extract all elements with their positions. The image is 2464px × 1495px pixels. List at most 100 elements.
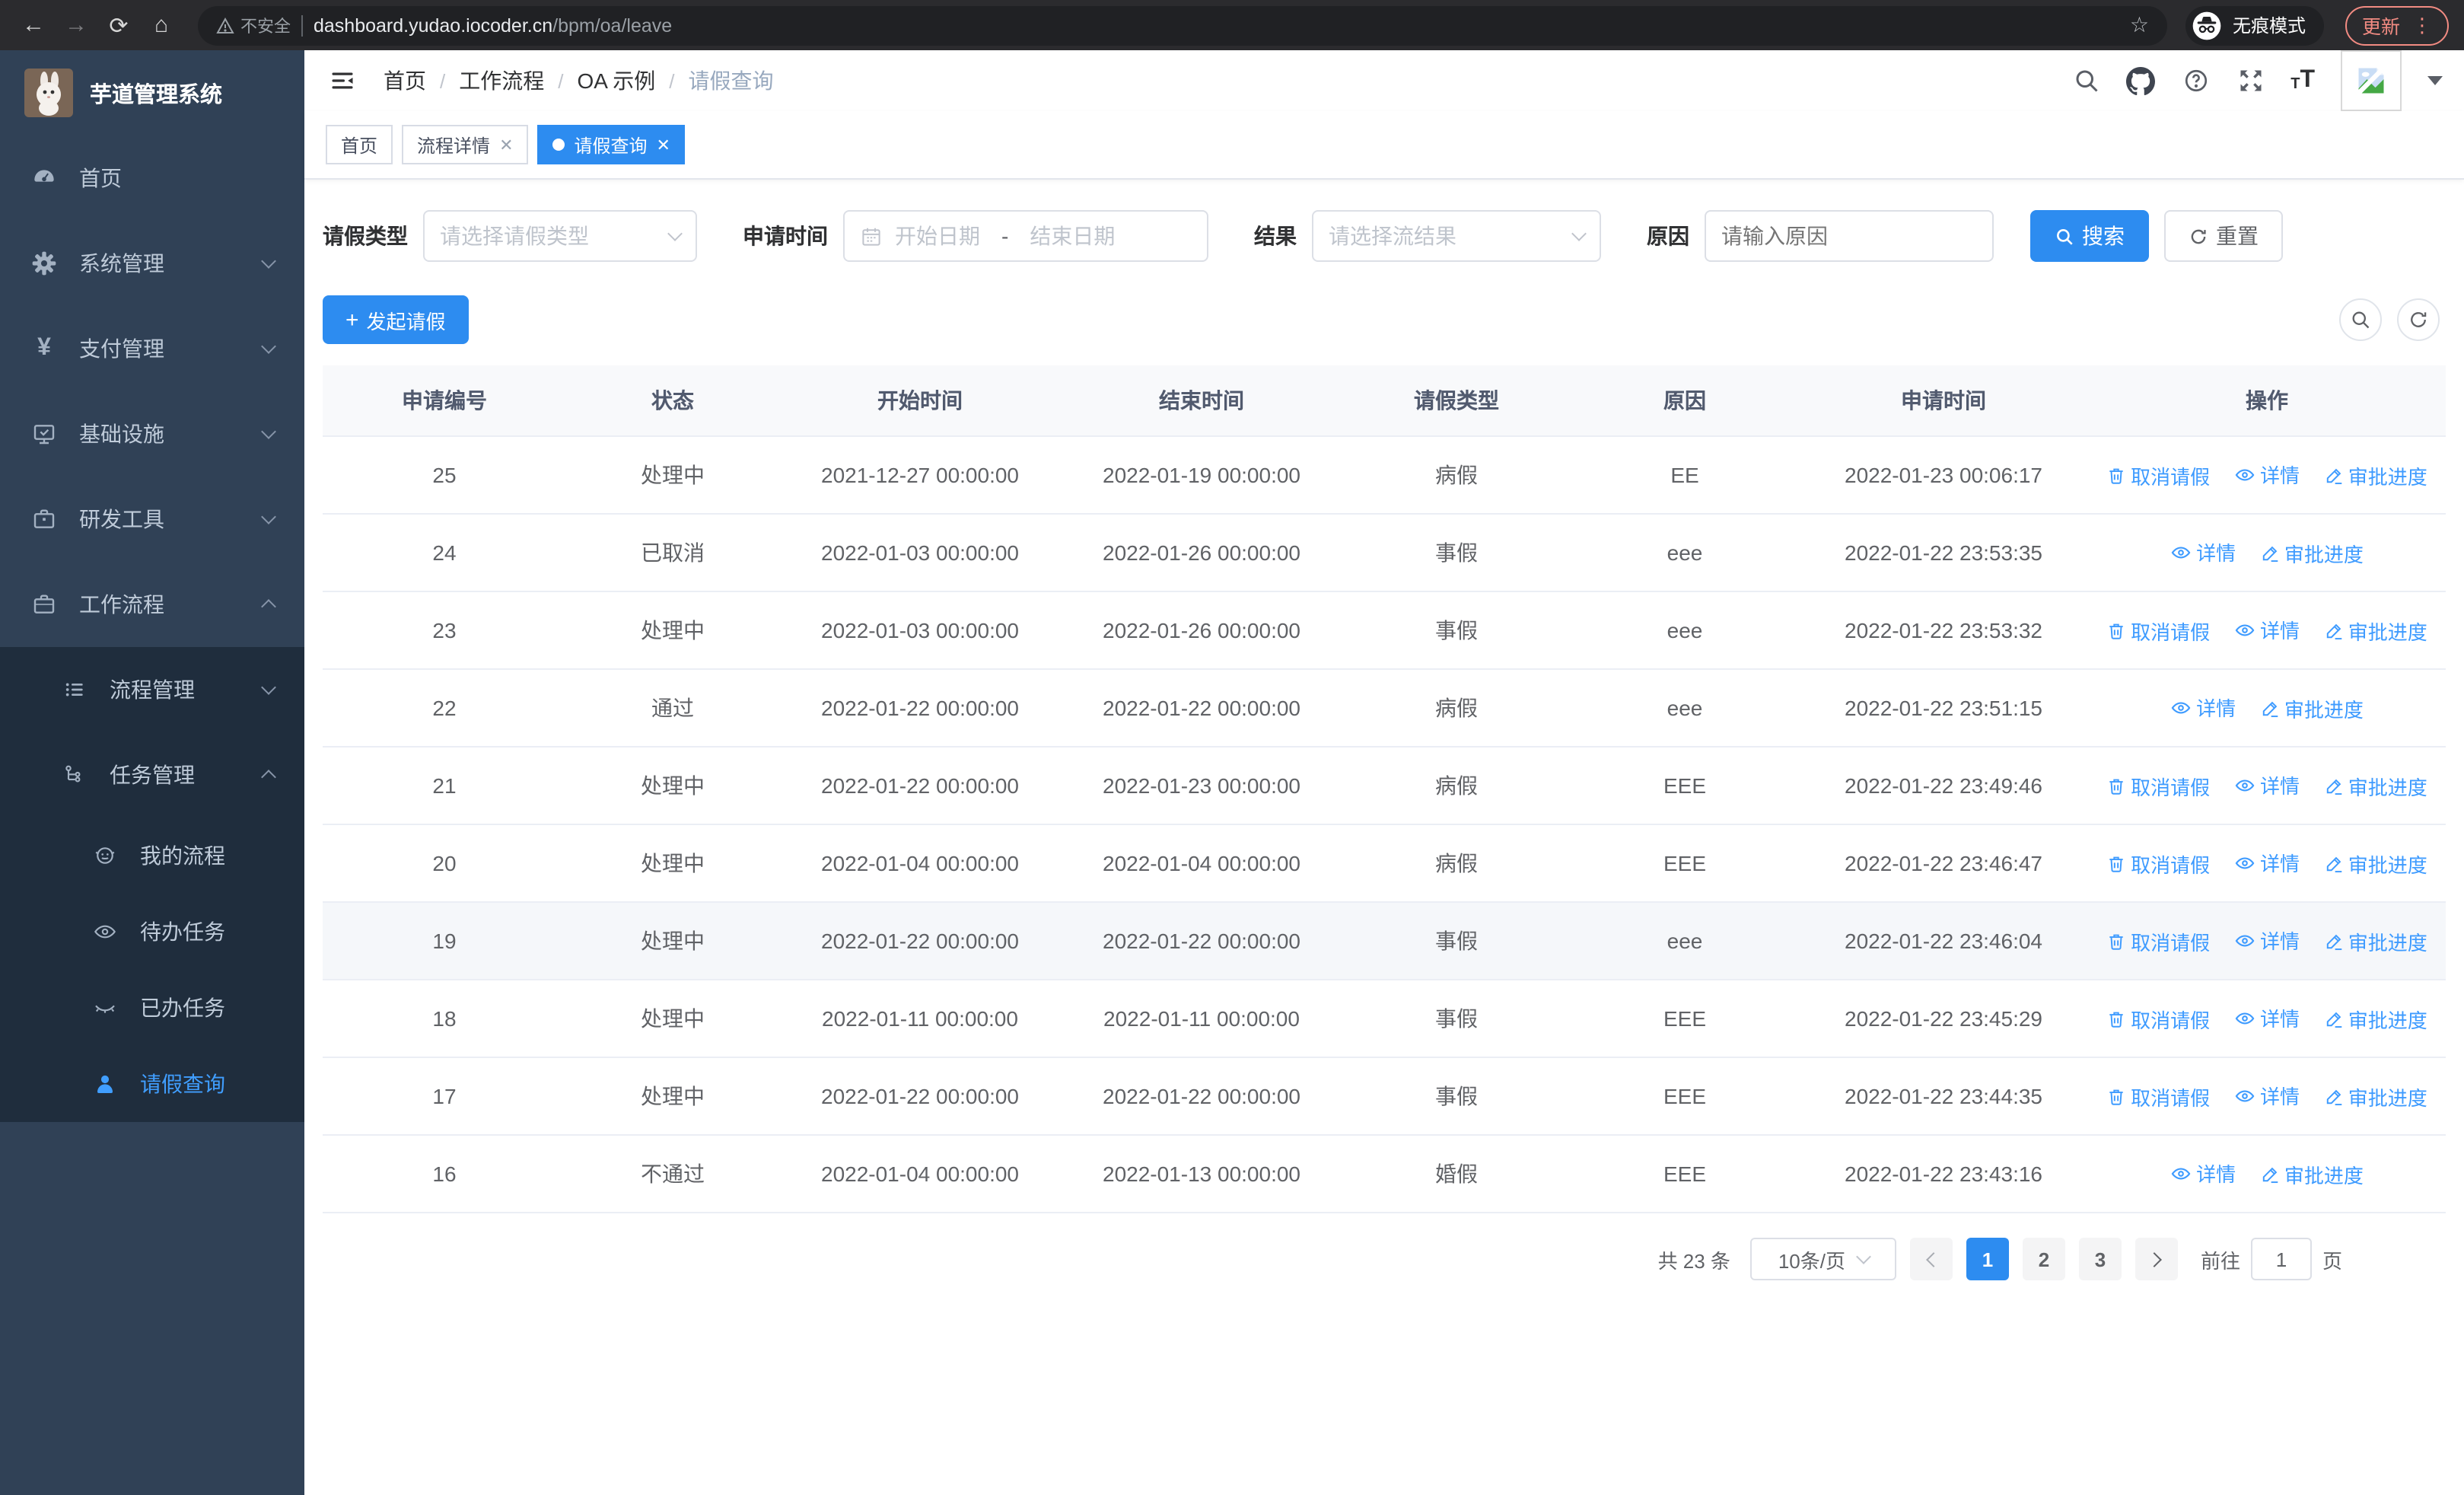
detail-link[interactable]: 详情	[2170, 1159, 2236, 1188]
refresh-table-icon[interactable]	[2397, 298, 2440, 341]
cell-leave-type: 病假	[1342, 824, 1571, 903]
fullscreen-icon[interactable]	[2236, 66, 2265, 95]
close-icon[interactable]: ✕	[499, 135, 513, 155]
security-warning[interactable]: 不安全	[216, 13, 291, 37]
app-logo[interactable]: 芋道管理系统	[0, 50, 304, 135]
detail-link[interactable]: 详情	[2234, 461, 2300, 489]
cell-reason: eee	[1571, 514, 1799, 592]
sidebar-item-my-process[interactable]: 我的流程	[0, 818, 304, 894]
col-header-end: 结束时间	[1061, 365, 1342, 437]
search-button[interactable]: 搜索	[2030, 210, 2149, 262]
sidebar-item-task-mgmt[interactable]: 任务管理	[0, 732, 304, 818]
approval-progress-link[interactable]: 审批进度	[2260, 1160, 2364, 1189]
detail-link[interactable]: 详情	[2170, 538, 2236, 567]
home-icon[interactable]: ⌂	[143, 7, 180, 43]
address-bar[interactable]: 不安全 dashboard.yudao.iocoder.cn/bpm/oa/le…	[198, 5, 2167, 45]
detail-link[interactable]: 详情	[2170, 693, 2236, 722]
detail-link[interactable]: 详情	[2234, 926, 2300, 955]
hamburger-icon[interactable]	[326, 64, 359, 97]
cancel-leave-link[interactable]: 取消请假	[2106, 772, 2210, 801]
sidebar-item-system[interactable]: 系统管理	[0, 221, 304, 306]
breadcrumb-item[interactable]: OA 示例	[578, 65, 656, 96]
forward-icon[interactable]: →	[58, 7, 94, 43]
cancel-leave-link[interactable]: 取消请假	[2106, 1005, 2210, 1034]
dashboard-icon	[30, 164, 58, 192]
sidebar-item-devtools[interactable]: 研发工具	[0, 477, 304, 562]
cancel-leave-link[interactable]: 取消请假	[2106, 461, 2210, 490]
more-dots-icon[interactable]: ⋮	[2412, 13, 2432, 37]
next-page-button[interactable]	[2135, 1238, 2178, 1280]
cancel-leave-link[interactable]: 取消请假	[2106, 850, 2210, 878]
approval-progress-link[interactable]: 审批进度	[2324, 772, 2427, 801]
update-button[interactable]: 更新 ⋮	[2345, 5, 2449, 45]
chevron-up-icon	[261, 599, 276, 614]
github-icon[interactable]	[2126, 66, 2156, 95]
detail-link[interactable]: 详情	[2234, 1082, 2300, 1111]
approval-progress-link[interactable]: 审批进度	[2324, 617, 2427, 645]
jump-page-input[interactable]	[2250, 1238, 2312, 1280]
approval-progress-link[interactable]: 审批进度	[2324, 1082, 2427, 1111]
update-label: 更新	[2361, 17, 2400, 38]
table-row: 22 通过 2022-01-22 00:00:00 2022-01-22 00:…	[323, 669, 2446, 748]
cancel-leave-link[interactable]: 取消请假	[2106, 1082, 2210, 1111]
sidebar-item-payment[interactable]: ¥ 支付管理	[0, 306, 304, 391]
chevron-down-icon[interactable]	[2427, 76, 2443, 85]
cell-status: 处理中	[566, 824, 779, 903]
create-leave-button[interactable]: + 发起请假	[323, 295, 469, 344]
approval-progress-link[interactable]: 审批进度	[2324, 1005, 2427, 1034]
approval-progress-link[interactable]: 审批进度	[2324, 850, 2427, 878]
bookmark-star-icon[interactable]: ☆	[2130, 12, 2149, 38]
tab-home[interactable]: 首页	[326, 125, 393, 164]
font-size-icon[interactable]: TT	[2291, 68, 2315, 93]
search-toggle-icon[interactable]	[2339, 298, 2382, 341]
cell-reason: eee	[1571, 669, 1799, 748]
col-header-id: 申请编号	[323, 365, 566, 437]
approval-progress-link[interactable]: 审批进度	[2324, 461, 2427, 490]
briefcase-icon	[30, 591, 58, 618]
detail-link[interactable]: 详情	[2234, 1004, 2300, 1033]
detail-link[interactable]: 详情	[2234, 849, 2300, 878]
help-icon[interactable]	[2181, 66, 2210, 95]
reset-button[interactable]: 重置	[2164, 210, 2283, 262]
table-row: 18 处理中 2022-01-11 00:00:00 2022-01-11 00…	[323, 980, 2446, 1058]
breadcrumb: 首页 / 工作流程 / OA 示例 / 请假查询	[384, 65, 773, 96]
page-button-2[interactable]: 2	[2022, 1238, 2065, 1280]
search-icon[interactable]	[2071, 66, 2100, 95]
reload-icon[interactable]: ⟳	[100, 7, 137, 43]
breadcrumb-item[interactable]: 首页	[384, 65, 426, 96]
sidebar-item-home[interactable]: 首页	[0, 135, 304, 221]
sidebar-item-infra[interactable]: 基础设施	[0, 391, 304, 477]
sidebar-item-workflow[interactable]: 工作流程	[0, 562, 304, 647]
reason-input[interactable]	[1705, 210, 1994, 262]
prev-page-button[interactable]	[1909, 1238, 1953, 1280]
sidebar-item-label: 首页	[79, 166, 122, 190]
back-icon[interactable]: ←	[15, 7, 52, 43]
sidebar-item-label: 待办任务	[140, 920, 225, 944]
incognito-label: 无痕模式	[2232, 15, 2306, 37]
leave-type-select[interactable]: 请选择请假类型	[423, 210, 697, 262]
cell-reason: EEE	[1571, 1057, 1799, 1136]
sidebar-item-leave-query[interactable]: 请假查询	[0, 1046, 304, 1122]
close-icon[interactable]: ✕	[657, 135, 670, 155]
page-button-1[interactable]: 1	[1966, 1238, 2009, 1280]
approval-progress-link[interactable]: 审批进度	[2324, 927, 2427, 956]
approval-progress-link[interactable]: 审批进度	[2260, 694, 2364, 723]
tab-leave-query[interactable]: 请假查询 ✕	[537, 125, 686, 164]
avatar[interactable]	[2341, 50, 2402, 111]
page-button-3[interactable]: 3	[2078, 1238, 2122, 1280]
tab-process-detail[interactable]: 流程详情 ✕	[402, 125, 529, 164]
approval-progress-link[interactable]: 审批进度	[2260, 539, 2364, 568]
detail-link[interactable]: 详情	[2234, 771, 2300, 800]
sidebar-item-process-mgmt[interactable]: 流程管理	[0, 647, 304, 732]
cancel-leave-link[interactable]: 取消请假	[2106, 617, 2210, 645]
apply-time-range-picker[interactable]: 开始日期 - 结束日期	[843, 210, 1208, 262]
cell-apply-time: 2022-01-22 23:45:29	[1799, 980, 2088, 1058]
result-select[interactable]: 请选择流结果	[1312, 210, 1601, 262]
page-size-select[interactable]: 10条/页	[1749, 1238, 1896, 1280]
col-header-applied: 申请时间	[1799, 365, 2088, 437]
sidebar-item-done-tasks[interactable]: 已办任务	[0, 970, 304, 1046]
breadcrumb-item[interactable]: 工作流程	[459, 65, 544, 96]
detail-link[interactable]: 详情	[2234, 616, 2300, 645]
cancel-leave-link[interactable]: 取消请假	[2106, 927, 2210, 956]
sidebar-item-todo-tasks[interactable]: 待办任务	[0, 894, 304, 970]
